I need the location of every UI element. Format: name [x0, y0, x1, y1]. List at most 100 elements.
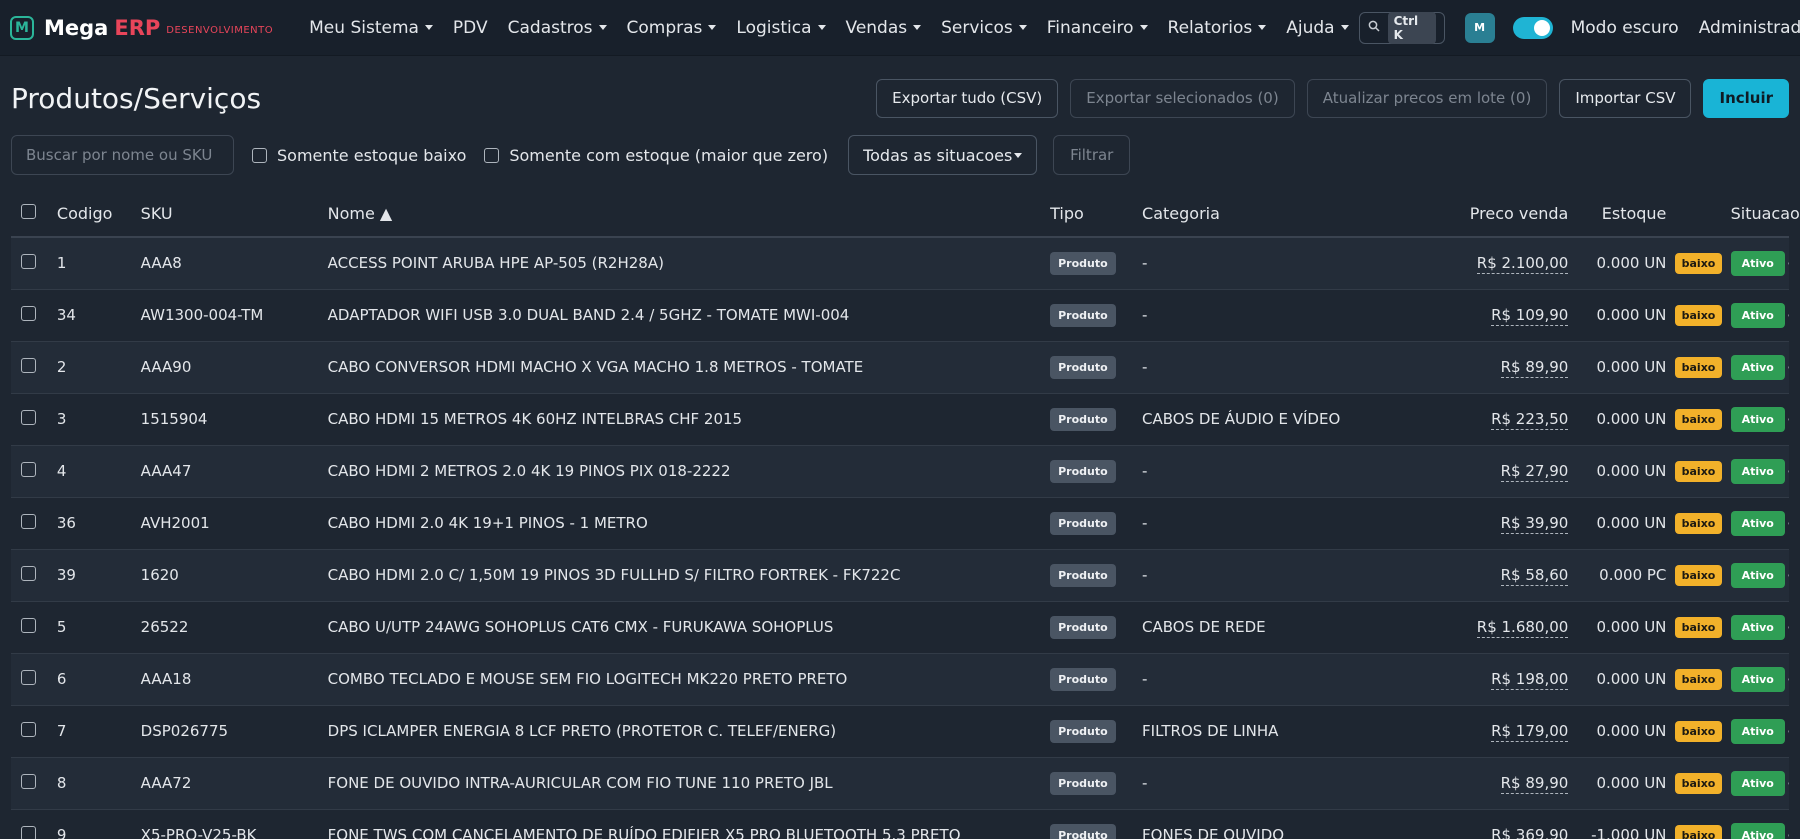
nav-item-ajuda[interactable]: Ajuda: [1286, 18, 1349, 38]
global-search-button[interactable]: Ctrl K: [1358, 11, 1445, 44]
price-value[interactable]: R$ 39,90: [1500, 514, 1569, 534]
price-value[interactable]: R$ 58,60: [1500, 566, 1569, 586]
cell-nome[interactable]: CABO HDMI 2.0 C/ 1,50M 19 PINOS 3D FULLH…: [323, 549, 1047, 602]
nav-item-cadastros[interactable]: Cadastros: [508, 18, 607, 38]
row-checkbox[interactable]: [21, 357, 36, 373]
more-icon[interactable]: ⋯: [1787, 514, 1789, 532]
more-icon[interactable]: ⋯: [1787, 618, 1789, 636]
header-estoque[interactable]: Estoque: [1572, 191, 1671, 238]
in-stock-checkbox[interactable]: [484, 147, 500, 163]
cell-nome[interactable]: ADAPTADOR WIFI USB 3.0 DUAL BAND 2.4 / 5…: [323, 289, 1047, 342]
row-checkbox[interactable]: [21, 617, 36, 633]
table-row[interactable]: 4 AAA47 CABO HDMI 2 METROS 2.0 4K 19 PINOS…: [11, 445, 1789, 498]
user-menu[interactable]: Administrador: [1699, 18, 1800, 38]
header-tipo[interactable]: Tipo: [1046, 191, 1139, 238]
app-switcher-avatar[interactable]: M: [1464, 12, 1495, 43]
cell-nome[interactable]: COMBO TECLADO E MOUSE SEM FIO LOGITECH M…: [323, 653, 1047, 706]
cell-nome[interactable]: CABO HDMI 15 METROS 4K 60HZ INTELBRAS CH…: [323, 393, 1047, 446]
filter-button[interactable]: Filtrar: [1053, 135, 1131, 175]
low-stock-badge: baixo: [1674, 408, 1723, 430]
more-icon[interactable]: ⋯: [1787, 462, 1789, 480]
row-checkbox[interactable]: [21, 721, 36, 737]
add-product-button[interactable]: Incluir: [1703, 78, 1789, 118]
price-value[interactable]: R$ 27,90: [1500, 462, 1569, 482]
more-icon[interactable]: ⋯: [1787, 306, 1789, 324]
low-stock-filter[interactable]: Somente estoque baixo: [252, 146, 466, 165]
more-icon[interactable]: ⋯: [1787, 358, 1789, 376]
bulk-update-prices-button[interactable]: Atualizar precos em lote (0): [1306, 78, 1548, 118]
header-nome[interactable]: Nome ▲: [323, 191, 1047, 238]
header-sku[interactable]: SKU: [136, 191, 324, 238]
cell-nome[interactable]: FONE TWS COM CANCELAMENTO DE RUÍDO EDIFI…: [323, 809, 1047, 839]
row-checkbox[interactable]: [21, 565, 36, 581]
table-row[interactable]: 2 AAA90 CABO CONVERSOR HDMI MACHO X VGA MA…: [11, 341, 1789, 394]
table-row[interactable]: 36 AVH2001 CABO HDMI 2.0 4K 19+1 PINOS - 1…: [11, 497, 1789, 550]
more-icon[interactable]: ⋯: [1787, 254, 1789, 272]
cell-nome[interactable]: CABO U/UTP 24AWG SOHOPLUS CAT6 CMX - FUR…: [323, 601, 1047, 654]
price-value[interactable]: R$ 223,50: [1491, 410, 1569, 430]
cell-nome[interactable]: DPS ICLAMPER ENERGIA 8 LCF PRETO (PROTET…: [323, 705, 1047, 758]
export-selected-button[interactable]: Exportar selecionados (0): [1070, 78, 1295, 118]
header-codigo[interactable]: Codigo: [52, 191, 137, 238]
nav-item-relatorios[interactable]: Relatorios: [1168, 18, 1267, 38]
table-row[interactable]: 3 1515904 CABO HDMI 15 METROS 4K 60HZ INTE…: [11, 393, 1789, 446]
in-stock-filter[interactable]: Somente com estoque (maior que zero): [484, 146, 828, 165]
header-preco[interactable]: Preco venda: [1448, 191, 1573, 238]
cell-nome[interactable]: ACCESS POINT ARUBA HPE AP-505 (R2H28A): [323, 237, 1047, 290]
header-situacao[interactable]: Situacao: [1726, 191, 1800, 238]
export-all-button[interactable]: Exportar tudo (CSV): [876, 78, 1059, 118]
import-csv-button[interactable]: Importar CSV: [1559, 78, 1692, 118]
row-checkbox[interactable]: [21, 513, 36, 529]
brand[interactable]: M Mega ERP DESENVOLVIMENTO: [10, 15, 273, 40]
price-value[interactable]: R$ 198,00: [1491, 670, 1569, 690]
table-row[interactable]: 6 AAA18 COMBO TECLADO E MOUSE SEM FIO LOGI…: [11, 653, 1789, 706]
table-row[interactable]: 7 DSP026775 DPS ICLAMPER ENERGIA 8 LCF PRE…: [11, 705, 1789, 758]
low-stock-badge: baixo: [1674, 304, 1723, 326]
nav-item-servicos[interactable]: Servicos: [941, 18, 1027, 38]
dark-mode-toggle[interactable]: [1512, 16, 1553, 39]
nav-item-compras[interactable]: Compras: [627, 18, 717, 38]
table-row[interactable]: 1 AAA8 ACCESS POINT ARUBA HPE AP-505 (R2H2…: [11, 237, 1789, 290]
nav-item-vendas[interactable]: Vendas: [846, 18, 922, 38]
nav-item-financeiro[interactable]: Financeiro: [1047, 18, 1148, 38]
more-icon[interactable]: ⋯: [1787, 410, 1789, 428]
table-row[interactable]: 5 26522 CABO U/UTP 24AWG SOHOPLUS CAT6 CMX…: [11, 601, 1789, 654]
nav-item-pdv[interactable]: PDV: [453, 18, 488, 38]
price-value[interactable]: R$ 2.100,00: [1476, 254, 1569, 275]
price-value[interactable]: R$ 369,90: [1491, 826, 1569, 839]
low-stock-checkbox[interactable]: [252, 147, 267, 163]
row-checkbox[interactable]: [21, 669, 36, 685]
table-row[interactable]: 39 1620 CABO HDMI 2.0 C/ 1,50M 19 PINOS 3D…: [11, 549, 1789, 602]
nav-item-meu-sistema[interactable]: Meu Sistema: [309, 18, 433, 38]
user-menu-label: Administrador: [1698, 17, 1800, 38]
price-value[interactable]: R$ 89,90: [1500, 358, 1569, 378]
row-checkbox[interactable]: [21, 461, 36, 477]
more-icon[interactable]: ⋯: [1787, 722, 1789, 740]
table-row[interactable]: 9 X5-PRO-V25-BK FONE TWS COM CANCELAMENTO …: [11, 809, 1789, 839]
cell-nome[interactable]: CABO HDMI 2.0 4K 19+1 PINOS - 1 METRO: [323, 497, 1047, 550]
nav-item-logistica[interactable]: Logistica: [736, 18, 826, 38]
price-value[interactable]: R$ 109,90: [1491, 306, 1569, 326]
select-all-checkbox[interactable]: [21, 204, 36, 219]
row-checkbox[interactable]: [21, 825, 36, 839]
row-checkbox[interactable]: [21, 253, 36, 269]
cell-nome[interactable]: CABO CONVERSOR HDMI MACHO X VGA MACHO 1.…: [323, 341, 1047, 394]
table-row[interactable]: 34 AW1300-004-TM ADAPTADOR WIFI USB 3.0 DU…: [11, 289, 1789, 342]
header-categoria[interactable]: Categoria: [1138, 191, 1449, 238]
table-row[interactable]: 8 AAA72 FONE DE OUVIDO INTRA-AURICULAR COM…: [11, 757, 1789, 810]
more-icon[interactable]: ⋯: [1787, 566, 1789, 584]
type-badge: Produto: [1050, 719, 1116, 743]
more-icon[interactable]: ⋯: [1787, 826, 1789, 839]
price-value[interactable]: R$ 89,90: [1500, 774, 1569, 794]
row-checkbox[interactable]: [21, 773, 36, 789]
search-input[interactable]: [11, 135, 234, 175]
price-value[interactable]: R$ 1.680,00: [1476, 618, 1569, 638]
cell-nome[interactable]: FONE DE OUVIDO INTRA-AURICULAR COM FIO T…: [323, 757, 1047, 810]
status-select[interactable]: Todas as situacoes: [848, 135, 1038, 175]
more-icon[interactable]: ⋯: [1787, 774, 1789, 792]
cell-nome[interactable]: CABO HDMI 2 METROS 2.0 4K 19 PINOS PIX 0…: [323, 445, 1047, 498]
more-icon[interactable]: ⋯: [1787, 670, 1789, 688]
row-checkbox[interactable]: [21, 409, 36, 425]
row-checkbox[interactable]: [21, 305, 36, 321]
price-value[interactable]: R$ 179,00: [1491, 722, 1569, 742]
